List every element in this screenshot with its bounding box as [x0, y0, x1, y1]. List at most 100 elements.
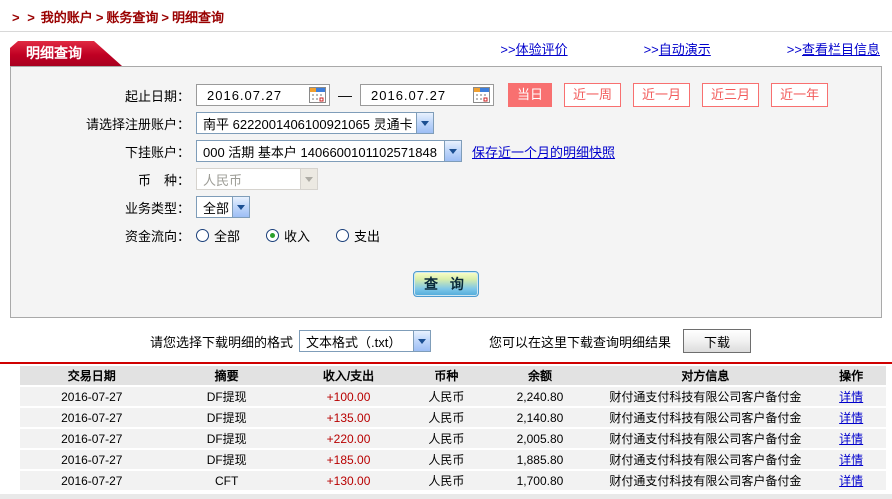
transactions-table: 交易日期 摘要 收入/支出 币种 余额 对方信息 操作 2016-07-27 DF提现 +100… [20, 366, 886, 492]
header-link-label[interactable]: 自动演示 [659, 42, 711, 57]
breadcrumb: > > 我的账户 > 账务查询 > 明细查询 [0, 0, 892, 32]
date-to-input[interactable]: 2016.07.27 [360, 84, 494, 106]
header-link-3[interactable]: >>查看栏目信息 [787, 39, 880, 58]
range-button-3[interactable]: 近一月 [633, 83, 691, 107]
cell-counterparty: 财付通支付科技有限公司客户备付金 [594, 449, 817, 471]
tab-detail-query[interactable]: 明细查询 [10, 41, 122, 66]
cell-date: 2016-07-27 [20, 386, 164, 408]
fund-flow-row: 资金流向： 全部 收入 支出 [11, 223, 881, 247]
query-button[interactable]: 查 询 [413, 271, 479, 297]
cell-currency: 人民币 [407, 407, 486, 429]
download-row: 请您选择下载明细的格式 文本格式（.txt） 您可以在这里下载查询明细结果 下载 [150, 329, 892, 353]
download-button[interactable]: 下载 [683, 329, 752, 353]
cell-summary: CFT [163, 470, 290, 492]
cell-counterparty: 财付通支付科技有限公司客户备付金 [594, 407, 817, 429]
sub-account-row: 下挂账户： 000 活期 基本户 1406600101102571848 保存近… [11, 139, 881, 163]
download-format-select[interactable]: 文本格式（.txt） [299, 330, 432, 352]
currency-row: 币 种： 人民币 [11, 167, 881, 191]
cell-action: 详情 [816, 470, 886, 492]
header-link-1[interactable]: >>体验评价 [500, 39, 567, 58]
save-monthly-snapshot-link[interactable]: 保存近一个月的明细快照 [472, 142, 615, 161]
chevron-down-icon[interactable] [444, 141, 461, 161]
header-link-2[interactable]: >>自动演示 [644, 39, 711, 58]
sub-account-value: 000 活期 基本户 1406600101102571848 [203, 144, 437, 160]
range-button-5[interactable]: 近一年 [771, 83, 829, 107]
flow-option-label: 收入 [284, 228, 311, 244]
chevrons-icon: >> [643, 42, 659, 57]
cell-summary: DF提现 [163, 386, 290, 408]
header-links: >>体验评价 >>自动演示 >>查看栏目信息 [500, 39, 892, 66]
flow-option-label: 支出 [354, 228, 381, 244]
date-from-value: 2016.07.27 [207, 87, 283, 103]
business-type-label: 业务类型： [124, 200, 190, 216]
cell-balance: 1,885.80 [485, 449, 595, 471]
flow-option-1[interactable]: 全部 [196, 226, 240, 245]
chevron-down-icon [300, 169, 317, 189]
header-row: 明细查询 >>体验评价 >>自动演示 >>查看栏目信息 [0, 39, 892, 66]
download-hint: 您可以在这里下载查询明细结果 [489, 334, 672, 350]
cell-action: 详情 [816, 428, 886, 450]
cell-amount: +130.00 [289, 470, 408, 492]
cell-action: 详情 [816, 386, 886, 408]
calendar-icon[interactable] [473, 87, 490, 103]
cell-date: 2016-07-27 [20, 407, 164, 429]
column-header: 操作 [816, 366, 886, 387]
header-link-label[interactable]: 查看栏目信息 [802, 42, 880, 57]
breadcrumb-item-3[interactable]: 明细查询 [172, 10, 224, 25]
business-type-value: 全部 [203, 200, 230, 216]
table-row: 2016-07-27 DF提现 +135.00 人民币 2,140.80 财付通支付科技有… [20, 407, 886, 429]
detail-link[interactable]: 详情 [839, 453, 863, 467]
business-type-select[interactable]: 全部 [196, 196, 250, 218]
chevrons-icon: >> [786, 42, 802, 57]
cell-amount: +100.00 [289, 386, 408, 408]
chevron-down-icon[interactable] [413, 331, 431, 351]
detail-link[interactable]: 详情 [839, 474, 863, 488]
detail-link[interactable]: 详情 [839, 390, 863, 404]
fund-flow-label: 资金流向： [124, 228, 190, 244]
radio-checked-icon[interactable] [266, 228, 280, 242]
calendar-icon[interactable] [309, 87, 326, 103]
date-range-row: 起止日期： 2016.07.27 — 2016.07.27 当日 近一周 近一月… [11, 83, 881, 107]
breadcrumb-item-2[interactable]: 账务查询 [106, 10, 158, 25]
range-button-4[interactable]: 近三月 [702, 83, 760, 107]
flow-option-3[interactable]: 支出 [336, 226, 380, 245]
column-header: 收入/支出 [289, 366, 408, 387]
sub-account-label: 下挂账户： [124, 144, 190, 160]
cell-currency: 人民币 [407, 428, 486, 450]
date-to-value: 2016.07.27 [371, 87, 447, 103]
cell-summary: DF提现 [163, 449, 290, 471]
cell-summary: DF提现 [163, 407, 290, 429]
download-format-value: 文本格式（.txt） [306, 334, 402, 350]
cell-amount: +220.00 [289, 428, 408, 450]
radio-icon[interactable] [196, 228, 209, 242]
range-button-2[interactable]: 近一周 [564, 83, 622, 107]
range-buttons: 当日 近一周 近一月 近三月 近一年 [508, 83, 829, 107]
header-link-label[interactable]: 体验评价 [516, 42, 568, 57]
column-header: 对方信息 [594, 366, 817, 387]
flow-options: 全部 收入 支出 [196, 226, 406, 245]
query-row: 查 询 [11, 271, 881, 297]
range-button-1[interactable]: 当日 [508, 83, 553, 107]
date-from-input[interactable]: 2016.07.27 [196, 84, 330, 106]
detail-link[interactable]: 详情 [839, 432, 863, 446]
cell-amount: +185.00 [289, 449, 408, 471]
column-header: 交易日期 [20, 366, 164, 387]
radio-icon[interactable] [336, 228, 350, 242]
cell-action: 详情 [816, 449, 886, 471]
breadcrumb-item-1[interactable]: 我的账户 [41, 10, 93, 25]
detail-link[interactable]: 详情 [839, 411, 863, 425]
query-form-panel: 起止日期： 2016.07.27 — 2016.07.27 当日 近一周 近一月… [10, 66, 882, 318]
chevron-down-icon[interactable] [232, 197, 249, 217]
table-header-row: 交易日期 摘要 收入/支出 币种 余额 对方信息 操作 [20, 366, 886, 387]
registered-account-select[interactable]: 南平 6222001406100921065 灵通卡 [196, 112, 434, 134]
breadcrumb-separator: > [95, 10, 104, 25]
column-header: 币种 [407, 366, 486, 387]
cell-currency: 人民币 [407, 449, 486, 471]
cell-counterparty: 财付通支付科技有限公司客户备付金 [594, 428, 817, 450]
red-divider [0, 362, 892, 364]
sub-account-select[interactable]: 000 活期 基本户 1406600101102571848 [196, 140, 462, 162]
flow-option-label: 全部 [214, 228, 241, 244]
flow-option-2[interactable]: 收入 [266, 226, 310, 245]
chevron-down-icon[interactable] [416, 113, 433, 133]
detail-query-page: > > 我的账户 > 账务查询 > 明细查询 明细查询 >>体验评价 >>自动演示 >>查看栏… [0, 0, 892, 499]
